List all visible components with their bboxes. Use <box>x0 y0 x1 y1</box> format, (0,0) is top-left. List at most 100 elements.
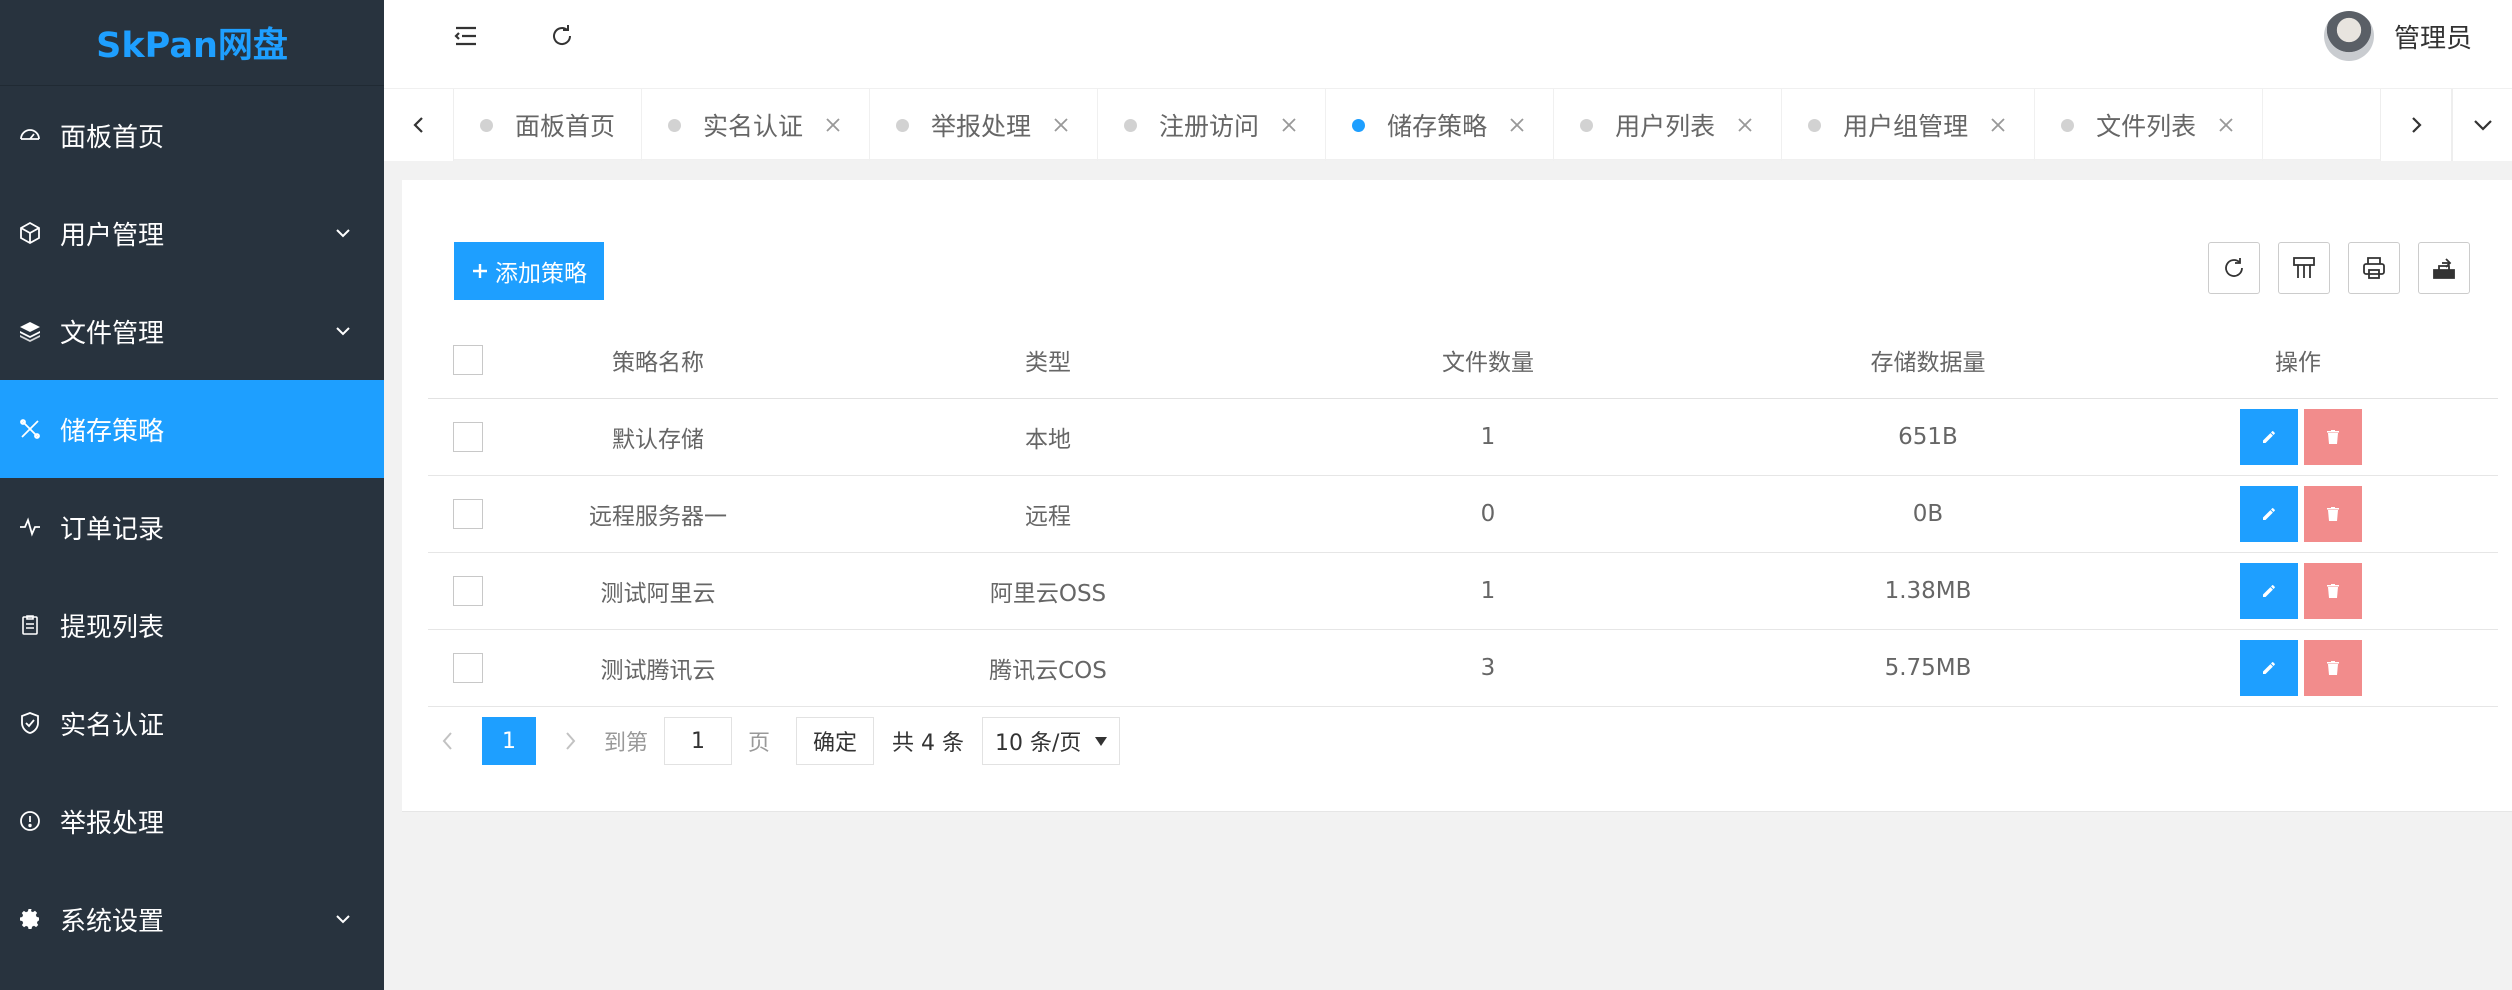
sidebar-item-user-management[interactable]: 用户管理 <box>0 184 384 282</box>
column-header-count[interactable]: 文件数量 <box>1368 322 1608 398</box>
trash-icon <box>2327 584 2339 598</box>
sidebar-item-label: 提现列表 <box>60 612 165 643</box>
tab-dot <box>2061 118 2075 132</box>
close-icon[interactable] <box>823 115 843 135</box>
tab-bar: 面板首页 实名认证 举报处理 注册访问 储存策略 用户列表 用户组管理 文件列表 <box>384 88 2512 161</box>
delete-button[interactable] <box>2304 486 2362 542</box>
close-icon[interactable] <box>1507 115 1527 135</box>
storage-size: 5.75MB <box>1884 655 1972 681</box>
goto-page-input[interactable] <box>664 717 733 765</box>
delete-button[interactable] <box>2304 640 2362 696</box>
table-row: 测试腾讯云 腾讯云COS 3 5.75MB <box>428 630 2498 707</box>
sidebar-item-system-settings[interactable]: 系统设置 <box>0 870 384 968</box>
tabs-scroll-right-button[interactable] <box>2380 89 2452 161</box>
avatar[interactable] <box>2323 11 2374 61</box>
edit-button[interactable] <box>2240 486 2298 542</box>
chevron-left-icon <box>442 732 452 750</box>
row-checkbox[interactable] <box>453 499 483 529</box>
tab-dot <box>896 118 910 132</box>
sidebar-item-label: 面板首页 <box>60 122 165 153</box>
file-count: 1 <box>1480 578 1496 604</box>
tabs-scroll-left-button[interactable] <box>384 89 454 161</box>
sidebar-item-report-handling[interactable]: 举报处理 <box>0 772 384 870</box>
select-all-checkbox[interactable] <box>453 345 483 375</box>
user-name[interactable]: 管理员 <box>2394 18 2472 55</box>
user-menu[interactable]: 管理员 <box>2323 11 2472 61</box>
policy-name: 测试阿里云 <box>600 581 716 607</box>
table-export-button[interactable] <box>2418 242 2470 294</box>
tab-user-list[interactable]: 用户列表 <box>1554 89 1783 161</box>
sidebar-item-label: 实名认证 <box>60 710 165 741</box>
policy-table: 策略名称 类型 文件数量 存储数据量 操作 默认存储 本地 1 651B 远程服… <box>428 322 2498 707</box>
table-print-button[interactable] <box>2348 242 2400 294</box>
tab-user-group[interactable]: 用户组管理 <box>1782 89 2036 161</box>
add-policy-button[interactable]: 添加策略 <box>454 242 604 300</box>
sidebar-item-storage-policy[interactable]: 储存策略 <box>0 380 384 478</box>
tab-label: 注册访问 <box>1159 112 1260 141</box>
row-actions <box>2198 476 2398 552</box>
refresh-icon[interactable] <box>546 20 578 52</box>
column-header-size[interactable]: 存储数据量 <box>1808 322 2048 398</box>
sidebar-item-order-records[interactable]: 订单记录 <box>0 478 384 576</box>
next-page-button[interactable] <box>550 717 590 765</box>
chevron-down-icon <box>332 320 354 342</box>
add-policy-label: 添加策略 <box>495 261 587 287</box>
info-circle-icon <box>16 807 44 835</box>
table-columns-button[interactable] <box>2278 242 2330 294</box>
tabs-dropdown-button[interactable] <box>2452 89 2512 161</box>
tab-label: 用户列表 <box>1615 112 1716 141</box>
tab-file-list[interactable]: 文件列表 <box>2035 89 2264 161</box>
sidebar-item-label: 储存策略 <box>60 416 165 447</box>
policy-type: 本地 <box>1025 427 1071 453</box>
tab-dot <box>480 118 493 132</box>
pencil-icon <box>2263 431 2275 443</box>
tab-list: 面板首页 实名认证 举报处理 注册访问 储存策略 用户列表 用户组管理 文件列表 <box>454 89 2264 161</box>
close-icon[interactable] <box>2216 115 2236 135</box>
tab-label: 文件列表 <box>2096 112 2197 141</box>
storage-size: 0B <box>1912 501 1944 527</box>
close-icon[interactable] <box>1051 115 1071 135</box>
table-refresh-button[interactable] <box>2208 242 2260 294</box>
close-icon[interactable] <box>1735 115 1755 135</box>
goto-label: 到第 <box>604 731 649 756</box>
refresh-icon <box>2225 258 2243 277</box>
row-checkbox[interactable] <box>453 576 483 606</box>
column-header-actions: 操作 <box>2275 350 2321 376</box>
sidebar-item-file-management[interactable]: 文件管理 <box>0 282 384 380</box>
column-header-name[interactable]: 策略名称 <box>508 322 808 398</box>
delete-button[interactable] <box>2304 563 2362 619</box>
menu-collapse-icon[interactable] <box>450 20 482 52</box>
page-size-select[interactable]: 10 条/页 <box>982 717 1121 765</box>
page-size-value: 10 条/页 <box>995 731 1082 756</box>
close-icon[interactable] <box>1279 115 1299 135</box>
prev-page-button[interactable] <box>428 717 468 765</box>
edit-button[interactable] <box>2240 640 2298 696</box>
row-checkbox[interactable] <box>453 422 483 452</box>
delete-button[interactable] <box>2304 409 2362 465</box>
tab-storage-policy[interactable]: 储存策略 <box>1326 89 1555 161</box>
tab-dot <box>1124 118 1138 132</box>
column-header-type[interactable]: 类型 <box>928 322 1168 398</box>
tab-register-access[interactable]: 注册访问 <box>1098 89 1327 161</box>
goto-confirm-button[interactable]: 确定 <box>796 717 875 765</box>
tab-report[interactable]: 举报处理 <box>870 89 1099 161</box>
sidebar-item-dashboard[interactable]: 面板首页 <box>0 86 384 184</box>
page-number-current[interactable]: 1 <box>482 717 536 765</box>
tab-dashboard[interactable]: 面板首页 <box>454 89 643 161</box>
close-icon[interactable] <box>1988 115 2008 135</box>
content-card: 添加策略 策略名称 类型 文件数量 存储数据量 操作 默认存储 本地 1 651… <box>402 180 2512 812</box>
app-logo[interactable]: SkPan网盘 <box>0 0 384 86</box>
sidebar: SkPan网盘 面板首页 用户管理 文件管理 储存策略 订单记录 提现列表 实名… <box>0 0 384 990</box>
sidebar-item-label: 系统设置 <box>60 906 165 937</box>
sidebar-item-withdraw-list[interactable]: 提现列表 <box>0 576 384 674</box>
tools-icon <box>16 415 44 443</box>
edit-button[interactable] <box>2240 409 2298 465</box>
caret-down-icon <box>1095 736 1108 746</box>
tab-real-name[interactable]: 实名认证 <box>642 89 871 161</box>
row-checkbox[interactable] <box>453 653 483 683</box>
tab-label: 面板首页 <box>515 112 616 141</box>
columns-icon <box>2293 257 2315 278</box>
tab-dot <box>1808 118 1822 132</box>
sidebar-item-real-name[interactable]: 实名认证 <box>0 674 384 772</box>
edit-button[interactable] <box>2240 563 2298 619</box>
